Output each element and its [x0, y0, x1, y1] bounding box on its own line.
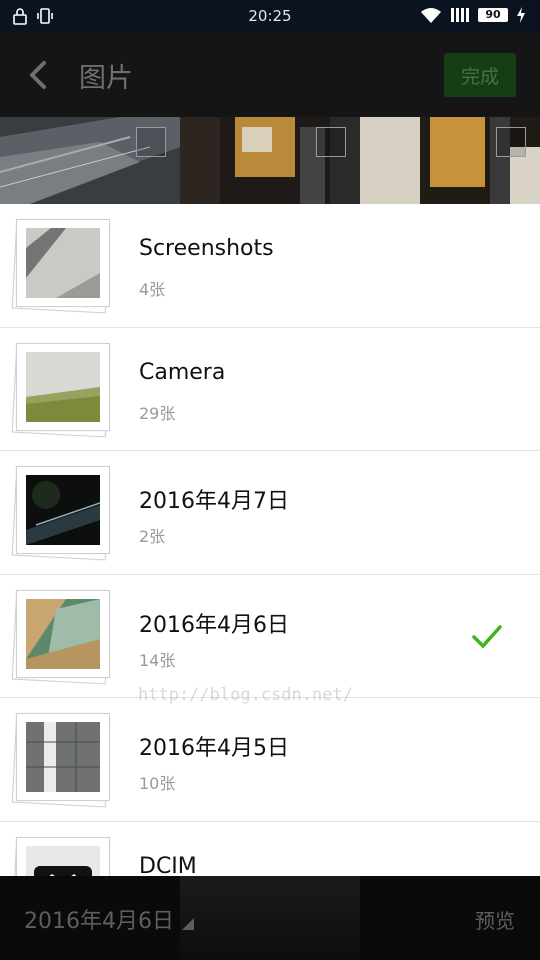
folder-selector-label: 2016年4月6日	[24, 909, 174, 934]
done-button[interactable]: 完成	[444, 53, 516, 97]
status-bar: 20:25 90	[0, 0, 540, 33]
album-item[interactable]: Screenshots 4张	[0, 204, 540, 328]
album-name: DCIM	[139, 853, 197, 877]
album-name: Camera	[139, 359, 226, 385]
album-name: 2016年4月7日	[139, 489, 289, 514]
charging-icon	[517, 7, 525, 23]
select-checkbox[interactable]	[496, 127, 526, 157]
album-name: 2016年4月6日	[139, 612, 289, 638]
title-bar: 图片 完成	[0, 33, 540, 117]
album-name: Screenshots	[139, 236, 274, 261]
album-list: Screenshots 4张 Camera 29张 2016年4月7日 2张 2…	[0, 204, 540, 876]
album-count: 10张	[139, 774, 176, 793]
folder-selector[interactable]: 2016年4月6日	[24, 903, 194, 935]
album-thumbnail	[11, 588, 112, 684]
album-thumbnail	[11, 711, 112, 808]
select-checkbox[interactable]	[316, 127, 346, 157]
album-item[interactable]: Camera 29张	[0, 328, 540, 451]
preview-button[interactable]: 预览	[475, 905, 515, 934]
chevron-left-icon[interactable]	[20, 55, 60, 95]
photo-thumbnail[interactable]	[0, 117, 180, 204]
album-item[interactable]: DCIM	[0, 822, 540, 877]
album-count: 2张	[139, 527, 166, 546]
wifi-icon	[421, 8, 441, 23]
battery-icon: 90	[478, 8, 508, 22]
album-thumbnail	[11, 464, 112, 561]
bottom-bar: 2016年4月6日 预览	[0, 876, 540, 960]
dropdown-triangle-icon	[181, 918, 194, 930]
photo-thumbnail[interactable]	[360, 117, 540, 204]
album-item[interactable]: 2016年4月7日 2张	[0, 451, 540, 575]
photo-thumbnail[interactable]	[180, 117, 360, 204]
signal-icon	[451, 8, 469, 22]
album-thumbnail	[11, 835, 112, 876]
checkmark-icon	[472, 624, 502, 649]
album-item[interactable]: 2016年4月6日 14张	[0, 575, 540, 698]
album-count: 4张	[139, 280, 166, 299]
album-name: 2016年4月5日	[139, 736, 289, 761]
album-item[interactable]: 2016年4月5日 10张	[0, 698, 540, 822]
album-count: 29张	[139, 403, 176, 423]
select-checkbox[interactable]	[136, 127, 166, 157]
album-thumbnail	[11, 341, 112, 437]
status-right-icons: 90	[420, 7, 526, 23]
photo-grid-strip	[0, 117, 540, 204]
page-title: 图片	[79, 63, 133, 94]
album-thumbnail	[11, 217, 112, 314]
album-count: 14张	[139, 650, 176, 670]
